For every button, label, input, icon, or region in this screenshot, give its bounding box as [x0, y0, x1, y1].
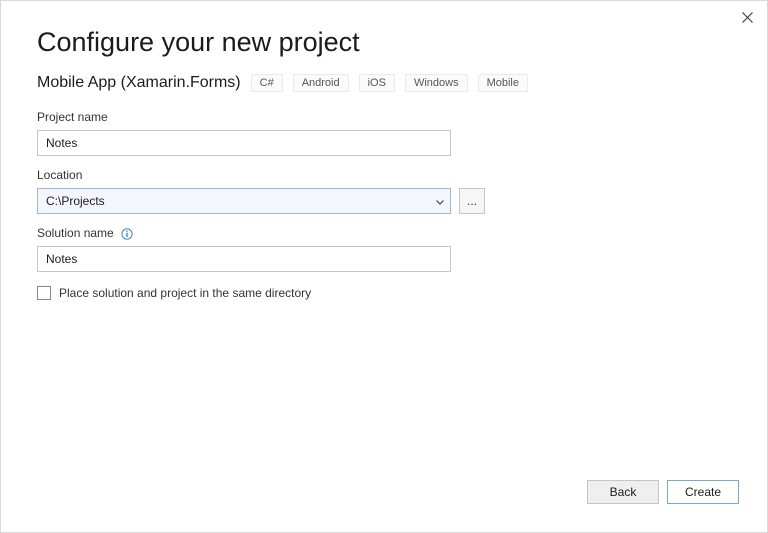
solution-name-label: Solution name [37, 226, 731, 240]
project-name-input[interactable] [37, 130, 451, 156]
same-directory-checkbox[interactable] [37, 286, 51, 300]
create-button[interactable]: Create [667, 480, 739, 504]
project-name-label: Project name [37, 110, 731, 124]
info-icon[interactable] [121, 228, 133, 240]
template-row: Mobile App (Xamarin.Forms) C# Android iO… [37, 74, 731, 92]
template-tag: Mobile [478, 74, 528, 92]
location-label: Location [37, 168, 731, 182]
browse-button[interactable]: ... [459, 188, 485, 214]
location-row: C:\Projects ... [37, 188, 731, 214]
dialog-footer: Back Create [587, 480, 739, 504]
close-button[interactable] [735, 7, 759, 31]
back-label: Back [610, 485, 637, 499]
template-tag: Android [293, 74, 349, 92]
template-name: Mobile App (Xamarin.Forms) [37, 74, 241, 92]
page-title: Configure your new project [37, 27, 731, 58]
template-tag: Windows [405, 74, 468, 92]
browse-label: ... [467, 194, 477, 208]
solution-name-input[interactable] [37, 246, 451, 272]
location-combobox[interactable]: C:\Projects [37, 188, 451, 214]
chevron-down-icon [436, 194, 444, 208]
back-button[interactable]: Back [587, 480, 659, 504]
create-label: Create [685, 485, 721, 499]
dialog-window: Configure your new project Mobile App (X… [0, 0, 768, 533]
same-directory-label: Place solution and project in the same d… [59, 286, 311, 300]
template-tag: iOS [359, 74, 395, 92]
template-tag: C# [251, 74, 283, 92]
same-directory-row: Place solution and project in the same d… [37, 286, 731, 300]
close-icon [742, 12, 753, 26]
location-group: Location C:\Projects ... [37, 168, 731, 214]
solution-name-group: Solution name [37, 226, 731, 272]
content-area: Configure your new project Mobile App (X… [37, 27, 731, 464]
project-name-group: Project name [37, 110, 731, 156]
location-value: C:\Projects [46, 194, 105, 208]
